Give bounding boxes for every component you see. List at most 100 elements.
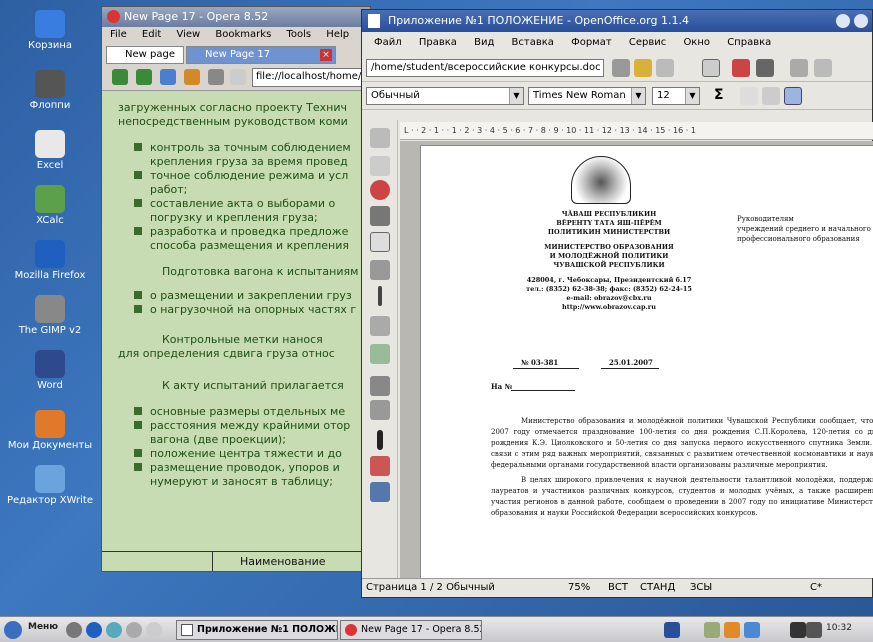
navigator-icon[interactable]: [370, 400, 390, 420]
update-icon[interactable]: [724, 622, 740, 638]
opera-titlebar[interactable]: New Page 17 - Opera 8.52: [102, 7, 370, 27]
desktop-shortcut[interactable]: Word: [0, 350, 100, 392]
opera-tabbar: New page New Page 17 ×: [102, 43, 370, 65]
desktop-shortcut[interactable]: The GIMP v2: [0, 295, 100, 337]
desktop-shortcut[interactable]: XCalc: [0, 185, 100, 227]
find-replace-icon[interactable]: [370, 376, 390, 396]
writer-titlebar[interactable]: Приложение №1 ПОЛОЖЕНИЕ - OpenOffice.org…: [362, 10, 872, 32]
mail-icon[interactable]: [106, 622, 122, 638]
horizontal-ruler[interactable]: L · · 2 · 1 · · 1 · 2 · 3 · 4 · 5 · 6 · …: [400, 122, 873, 140]
start-menu-button[interactable]: Меню: [26, 622, 60, 638]
bullet-text: контроль за точным соблюдением: [150, 141, 351, 154]
frame-icon[interactable]: [784, 87, 802, 105]
export-pdf-icon[interactable]: [732, 59, 750, 77]
desktop-shortcut[interactable]: Редактор XWrite: [0, 465, 100, 507]
status-insert-mode[interactable]: ВСТ: [608, 582, 628, 593]
forward-icon[interactable]: [136, 69, 152, 85]
reload-icon[interactable]: [184, 69, 200, 85]
fast-forward-icon[interactable]: [160, 69, 176, 85]
ref-number: № 03-381: [521, 358, 559, 367]
insert-table-icon[interactable]: [370, 128, 390, 148]
font-name-select[interactable]: Times New Roman ▼: [528, 87, 646, 105]
home-icon: [35, 410, 65, 438]
open-folder-icon[interactable]: [634, 59, 652, 77]
keyboard-layout-icon[interactable]: [790, 622, 806, 638]
terminal-icon[interactable]: [66, 622, 82, 638]
opera-menu-help[interactable]: Help: [326, 29, 349, 40]
chevron-down-icon[interactable]: ▼: [509, 88, 523, 104]
edit-mode-icon[interactable]: [702, 59, 720, 77]
letterhead-line: И МОЛОДЁЖНОЙ ПОЛИТИКИ: [549, 252, 669, 260]
edit-file-icon[interactable]: [612, 59, 630, 77]
writer-menu-file[interactable]: Файл: [374, 37, 402, 48]
browser-icon[interactable]: [86, 622, 102, 638]
bullet-text: размещение проводок, упоров и: [150, 461, 340, 474]
help-icon[interactable]: [146, 622, 162, 638]
chevron-down-icon[interactable]: ▼: [631, 88, 645, 104]
chevron-down-icon[interactable]: ▼: [685, 88, 699, 104]
minimize-icon[interactable]: [836, 14, 850, 28]
nonprinting-chars-icon[interactable]: [377, 430, 383, 450]
opera-menu-tools[interactable]: Tools: [286, 29, 311, 40]
save-icon[interactable]: [656, 59, 674, 77]
writer-menu-edit[interactable]: Правка: [419, 37, 457, 48]
writer-menu-help[interactable]: Справка: [727, 37, 771, 48]
document-path-field[interactable]: /home/student/всероссийские конкурсы.doc: [366, 59, 604, 77]
menu-logo-icon[interactable]: [4, 621, 22, 639]
font-size-select[interactable]: 12 ▼: [652, 87, 700, 105]
print-icon[interactable]: [756, 59, 774, 77]
status-zoom[interactable]: 75%: [568, 582, 590, 593]
hide-fields-icon[interactable]: [370, 456, 390, 476]
close-icon[interactable]: [854, 14, 868, 28]
settings-icon[interactable]: [126, 622, 142, 638]
trash-icon: [35, 10, 65, 38]
document-page[interactable]: ЧӐВАШ РЕСПУБЛИКИН ВĔРЕНТҮ ТАТА ЯШ-ПĔРĔМ ПО…: [420, 145, 873, 578]
autospell-icon[interactable]: [370, 260, 390, 280]
sum-icon[interactable]: Σ: [714, 87, 732, 105]
writer-menu-view[interactable]: Вид: [474, 37, 494, 48]
insert-object-icon[interactable]: [370, 180, 390, 200]
desktop-shortcut[interactable]: Excel: [0, 130, 100, 172]
tab-new-page[interactable]: New page: [106, 46, 184, 64]
writer-menu-format[interactable]: Формат: [571, 37, 612, 48]
table-icon[interactable]: [740, 87, 758, 105]
copy-icon[interactable]: [814, 59, 832, 77]
opera-menu-bookmarks[interactable]: Bookmarks: [215, 29, 271, 40]
bullet-icon: [134, 227, 142, 235]
edit-icon[interactable]: [208, 69, 224, 85]
auto-spellcheck-icon[interactable]: [370, 344, 390, 364]
paragraph-style-value: Обычный: [371, 90, 420, 101]
opera-menu-file[interactable]: File: [110, 29, 127, 40]
writer-menu-tools[interactable]: Сервис: [629, 37, 666, 48]
draw-icon[interactable]: [370, 206, 390, 226]
tab-new-page-17[interactable]: New Page 17 ×: [186, 46, 336, 64]
opera-menu-edit[interactable]: Edit: [142, 29, 161, 40]
graphics-icon[interactable]: [370, 482, 390, 502]
desktop-shortcut[interactable]: Мои Документы: [0, 410, 100, 452]
task-writer[interactable]: Приложение №1 ПОЛОЖЕ: [176, 620, 338, 640]
desktop-shortcut[interactable]: Флоппи: [0, 70, 100, 112]
spellcheck-icon[interactable]: [370, 316, 390, 336]
desktop-shortcut[interactable]: Mozilla Firefox: [0, 240, 100, 282]
text-cursor-icon[interactable]: [378, 286, 382, 306]
desktop-switcher-icon[interactable]: [664, 622, 680, 638]
volume-icon[interactable]: [744, 622, 760, 638]
address-bar[interactable]: file://localhost/home/student: [252, 68, 370, 87]
floppy-icon: [35, 70, 65, 98]
network-icon[interactable]: [704, 622, 720, 638]
paragraph-style-select[interactable]: Обычный ▼: [366, 87, 524, 105]
status-selection-mode[interactable]: СТАНД: [640, 582, 675, 593]
columns-icon[interactable]: [762, 87, 780, 105]
close-tab-icon[interactable]: ×: [320, 49, 332, 61]
back-icon[interactable]: [112, 69, 128, 85]
writer-menu-window[interactable]: Окно: [683, 37, 710, 48]
task-opera[interactable]: New Page 17 - Opera 8.52: [340, 620, 482, 640]
insert-fields-icon[interactable]: [370, 156, 390, 176]
cut-icon[interactable]: [790, 59, 808, 77]
desktop-shortcut[interactable]: Корзина: [0, 10, 100, 52]
writer-menu-insert[interactable]: Вставка: [512, 37, 554, 48]
opera-menu-view[interactable]: View: [176, 29, 200, 40]
form-controls-icon[interactable]: [370, 232, 390, 252]
workspace-icon[interactable]: [806, 622, 822, 638]
